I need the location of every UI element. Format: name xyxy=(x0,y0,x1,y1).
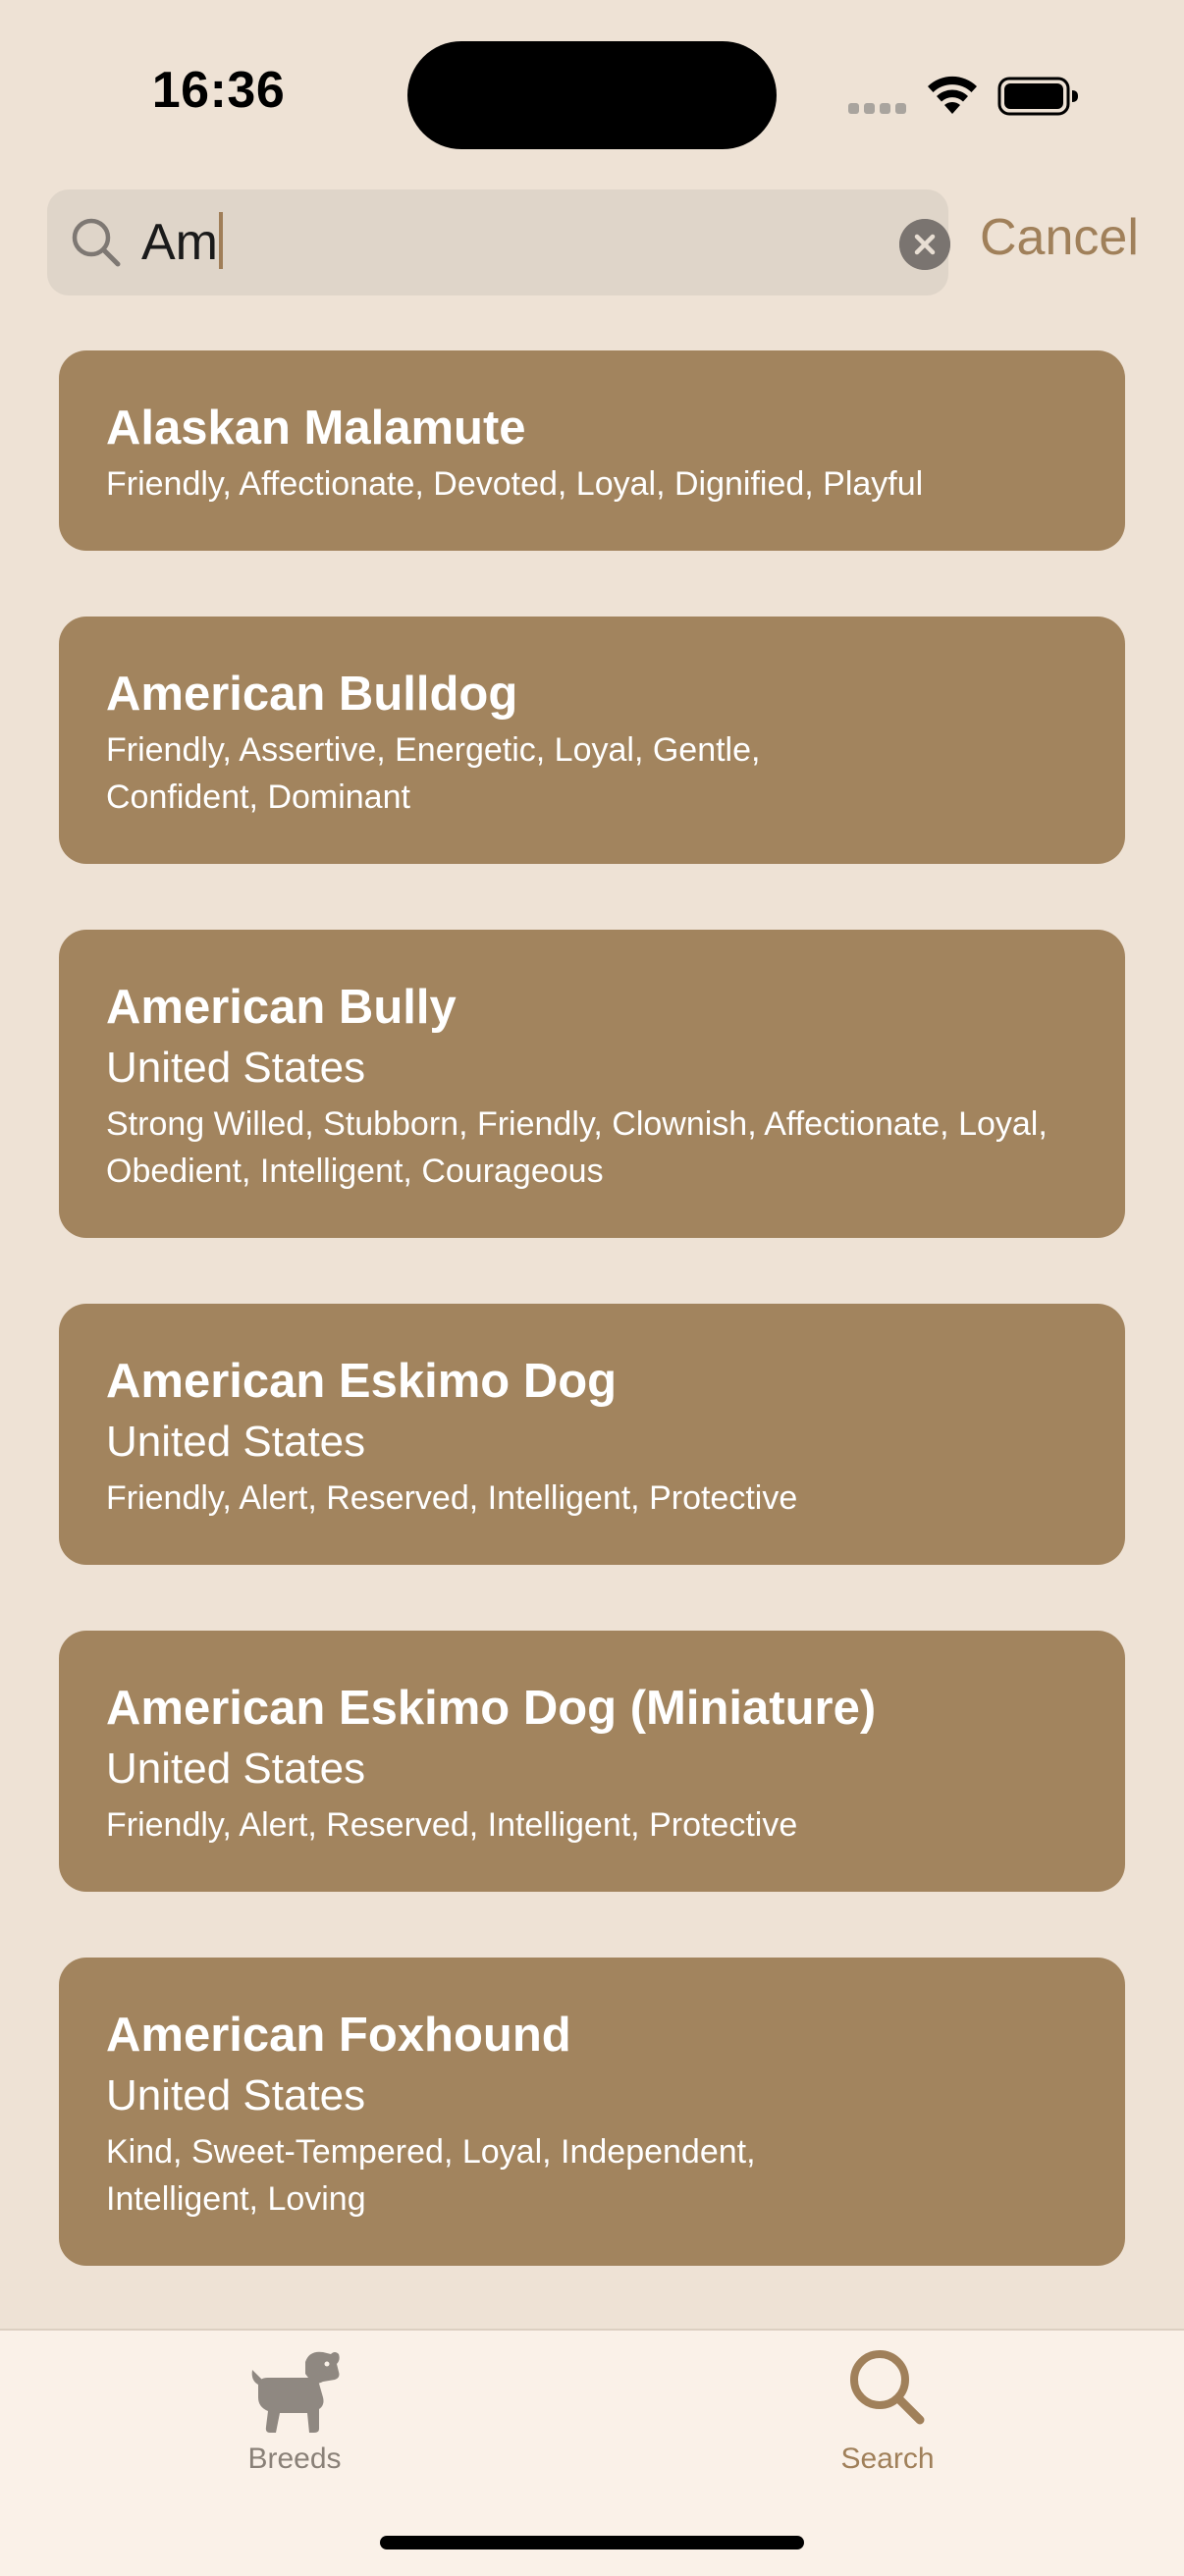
search-query-text: Am xyxy=(141,214,218,271)
tab-search-label: Search xyxy=(840,2442,935,2475)
breed-temperament: Friendly, Alert, Reserved, Intelligent, … xyxy=(106,1479,798,1517)
breed-name: American Eskimo Dog xyxy=(106,1355,618,1408)
breed-card[interactable]: American Bully United States Strong Will… xyxy=(59,930,1125,1238)
tab-breeds[interactable]: Breeds xyxy=(196,2342,393,2490)
breed-origin: United States xyxy=(106,1418,366,1466)
breed-card[interactable]: American Eskimo Dog (Miniature) United S… xyxy=(59,1631,1125,1892)
text-cursor xyxy=(219,212,223,269)
battery-icon xyxy=(997,77,1078,116)
breed-card[interactable]: American Eskimo Dog United States Friend… xyxy=(59,1304,1125,1565)
breed-temperament: Friendly, Affectionate, Devoted, Loyal, … xyxy=(106,465,924,503)
tab-breeds-label: Breeds xyxy=(247,2442,342,2475)
breed-origin: United States xyxy=(106,2071,366,2120)
breed-temperament: Friendly, Alert, Reserved, Intelligent, … xyxy=(106,1806,798,1844)
search-icon xyxy=(72,218,121,267)
search-field[interactable]: Am xyxy=(47,189,950,295)
cellular-signal-icon xyxy=(848,103,907,115)
breed-name: American Bully xyxy=(106,981,457,1034)
search-input[interactable]: Am xyxy=(141,211,223,274)
breed-origin: United States xyxy=(106,1044,366,1092)
breed-name: American Bulldog xyxy=(106,668,518,721)
breed-temperament: Strong Willed, Stubborn, Friendly, Clown… xyxy=(106,1105,1048,1190)
status-time: 16:36 xyxy=(151,62,286,119)
results-list: Alaskan Malamute Friendly, Affectionate,… xyxy=(59,350,1125,2332)
breed-origin: United States xyxy=(106,1744,366,1793)
breed-temperament: Kind, Sweet-Tempered, Loyal, Independent… xyxy=(106,2133,756,2218)
cancel-button[interactable]: Cancel xyxy=(980,208,1139,267)
dog-icon xyxy=(251,2351,340,2433)
wifi-icon xyxy=(928,76,977,114)
breed-card[interactable]: American Bulldog Friendly, Assertive, En… xyxy=(59,617,1125,864)
breed-card[interactable]: American Foxhound United States Kind, Sw… xyxy=(59,1958,1125,2266)
home-indicator xyxy=(380,2536,804,2549)
tab-search[interactable]: Search xyxy=(789,2342,986,2490)
clear-search-button[interactable] xyxy=(899,219,950,270)
breed-name: American Eskimo Dog (Miniature) xyxy=(106,1682,877,1735)
status-bar: 16:36 xyxy=(0,0,1184,187)
breed-card[interactable]: Alaskan Malamute Friendly, Affectionate,… xyxy=(59,350,1125,551)
breed-name: American Foxhound xyxy=(106,2009,571,2062)
dynamic-island xyxy=(407,41,777,149)
search-icon xyxy=(850,2350,925,2425)
breed-temperament: Friendly, Assertive, Energetic, Loyal, G… xyxy=(106,731,761,816)
breed-name: Alaskan Malamute xyxy=(106,402,526,455)
